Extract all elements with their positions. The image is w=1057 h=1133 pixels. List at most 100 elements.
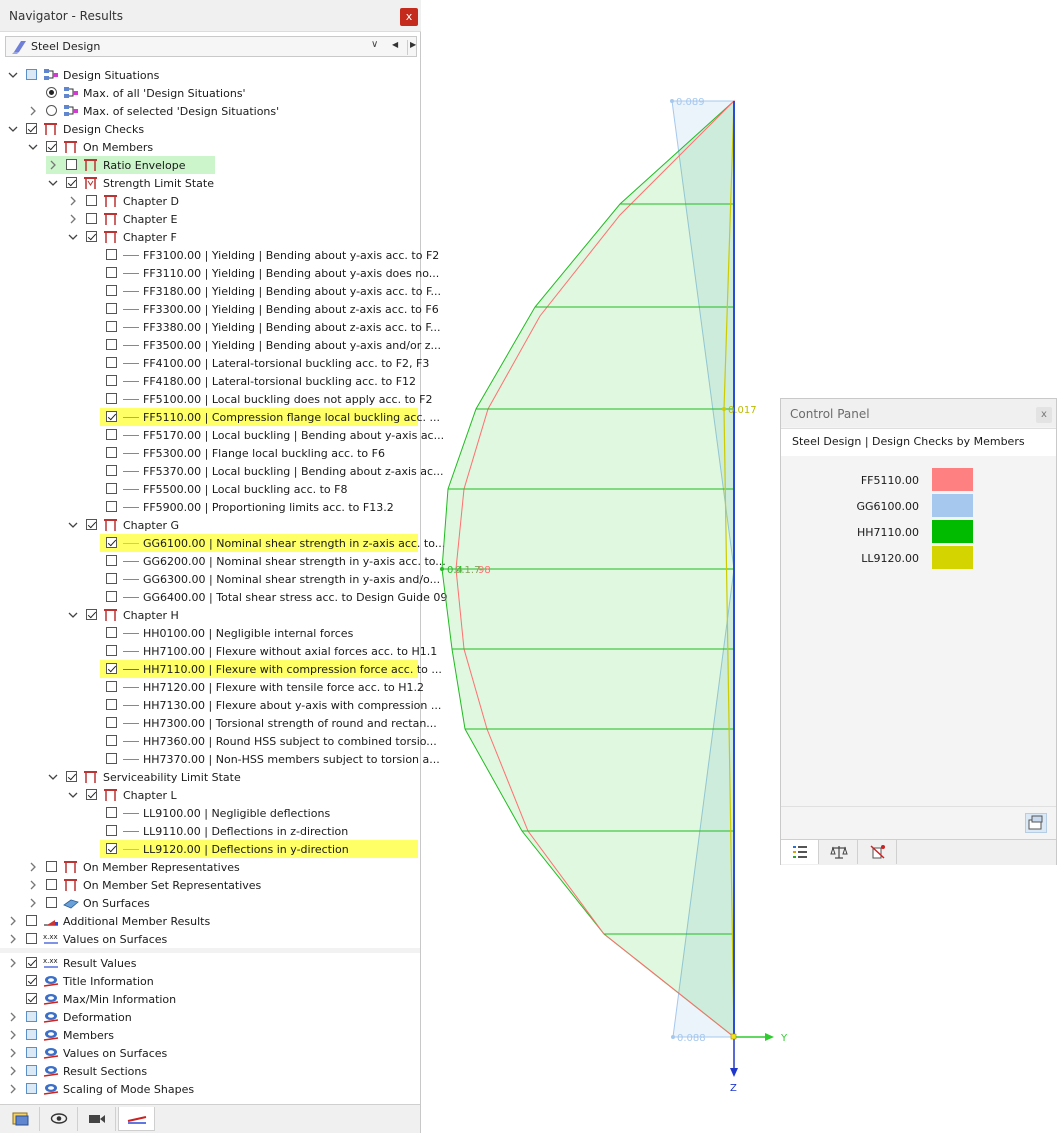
tree-checkbox[interactable] xyxy=(26,933,37,944)
tree-row[interactable]: Scaling of Mode Shapes xyxy=(0,1080,420,1098)
chevron-right-icon[interactable] xyxy=(68,196,78,206)
tree-row[interactable]: FF5170.00 | Local buckling | Bending abo… xyxy=(0,426,420,444)
tree-row[interactable]: Result Sections xyxy=(0,1062,420,1080)
tree-row[interactable]: Values on Surfaces xyxy=(0,1044,420,1062)
tree-checkbox[interactable] xyxy=(106,681,117,692)
data-tab[interactable] xyxy=(3,1107,40,1131)
tree-checkbox[interactable] xyxy=(86,195,97,206)
tree-row[interactable]: Additional Member Results xyxy=(0,912,420,930)
tree-checkbox[interactable] xyxy=(106,447,117,458)
tree-checkbox[interactable] xyxy=(46,141,57,152)
tree-row[interactable]: Design Checks xyxy=(0,120,420,138)
tree-row[interactable]: Serviceability Limit State xyxy=(0,768,420,786)
tree-checkbox[interactable] xyxy=(106,285,117,296)
tree-checkbox[interactable] xyxy=(86,213,97,224)
tree-row[interactable]: GG6200.00 | Nominal shear strength in y-… xyxy=(0,552,420,570)
tree-checkbox[interactable] xyxy=(106,321,117,332)
tree-row[interactable]: HH7360.00 | Round HSS subject to combine… xyxy=(0,732,420,750)
chevron-right-icon[interactable] xyxy=(8,1066,18,1076)
chevron-right-icon[interactable] xyxy=(28,862,38,872)
chevron-right-icon[interactable] xyxy=(8,1048,18,1058)
tree-checkbox[interactable] xyxy=(106,249,117,260)
tree-row[interactable]: FF5500.00 | Local buckling acc. to F8 xyxy=(0,480,420,498)
tree-row[interactable]: HH0100.00 | Negligible internal forces xyxy=(0,624,420,642)
tree-checkbox[interactable] xyxy=(106,537,117,548)
tree-checkbox[interactable] xyxy=(66,771,77,782)
tree-row[interactable]: Chapter L xyxy=(0,786,420,804)
views-tab[interactable] xyxy=(41,1107,78,1131)
chevron-down-icon[interactable] xyxy=(28,142,38,152)
tree-checkbox[interactable] xyxy=(86,609,97,620)
tree-row[interactable]: HH7120.00 | Flexure with tensile force a… xyxy=(0,678,420,696)
tree-checkbox[interactable] xyxy=(106,645,117,656)
tree-row[interactable]: FF5900.00 | Proportioning limits acc. to… xyxy=(0,498,420,516)
tree-row[interactable]: On Surfaces xyxy=(0,894,420,912)
tree-row[interactable]: Deformation xyxy=(0,1008,420,1026)
tree-checkbox[interactable] xyxy=(106,843,117,854)
chevron-right-icon[interactable] xyxy=(8,934,18,944)
chevron-down-icon[interactable] xyxy=(48,772,58,782)
tree-row[interactable]: FF3500.00 | Yielding | Bending about y-a… xyxy=(0,336,420,354)
chevron-down-icon[interactable] xyxy=(68,790,78,800)
tree-row[interactable]: GG6100.00 | Nominal shear strength in z-… xyxy=(0,534,420,552)
tree-checkbox[interactable] xyxy=(106,501,117,512)
tree-row[interactable]: Title Information xyxy=(0,972,420,990)
previous-arrow-icon[interactable]: ◀ xyxy=(392,40,398,49)
tree-row[interactable]: Members xyxy=(0,1026,420,1044)
tree-row[interactable]: FF5100.00 | Local buckling does not appl… xyxy=(0,390,420,408)
legend-tab[interactable] xyxy=(781,840,819,864)
tree-row[interactable]: FF3110.00 | Yielding | Bending about y-a… xyxy=(0,264,420,282)
chevron-right-icon[interactable] xyxy=(8,958,18,968)
tree-checkbox[interactable] xyxy=(46,879,57,890)
tree-row[interactable]: Chapter D xyxy=(0,192,420,210)
tree-row[interactable]: GG6400.00 | Total shear stress acc. to D… xyxy=(0,588,420,606)
tree-checkbox[interactable] xyxy=(106,735,117,746)
chevron-right-icon[interactable] xyxy=(48,160,58,170)
chevron-right-icon[interactable] xyxy=(8,1084,18,1094)
tree-row[interactable]: LL9110.00 | Deflections in z-direction xyxy=(0,822,420,840)
tree-checkbox[interactable] xyxy=(26,975,37,986)
tree-checkbox[interactable] xyxy=(106,393,117,404)
tree-row[interactable]: x.xxResult Values xyxy=(0,954,420,972)
tree-checkbox[interactable] xyxy=(106,357,117,368)
tree-checkbox[interactable] xyxy=(86,519,97,530)
tree-row[interactable]: Ratio Envelope xyxy=(0,156,420,174)
tree-row[interactable]: HH7130.00 | Flexure about y-axis with co… xyxy=(0,696,420,714)
tree-radio[interactable] xyxy=(46,87,57,98)
tree-checkbox[interactable] xyxy=(106,303,117,314)
tree-row[interactable]: HH7100.00 | Flexure without axial forces… xyxy=(0,642,420,660)
chevron-right-icon[interactable] xyxy=(8,916,18,926)
balance-tab[interactable] xyxy=(820,840,858,864)
chevron-right-icon[interactable] xyxy=(68,214,78,224)
tree-row[interactable]: On Member Representatives xyxy=(0,858,420,876)
tree-checkbox[interactable] xyxy=(26,1011,37,1022)
tree-checkbox[interactable] xyxy=(106,375,117,386)
legend-color-swatch[interactable] xyxy=(932,494,973,517)
results-tab[interactable] xyxy=(118,1107,155,1131)
tree-row[interactable]: FF3300.00 | Yielding | Bending about z-a… xyxy=(0,300,420,318)
tree-checkbox[interactable] xyxy=(106,663,117,674)
tree-row[interactable]: LL9100.00 | Negligible deflections xyxy=(0,804,420,822)
tree-checkbox[interactable] xyxy=(106,483,117,494)
tree-row[interactable]: Design Situations xyxy=(0,66,420,84)
chevron-down-icon[interactable] xyxy=(68,520,78,530)
tree-row[interactable]: Chapter G xyxy=(0,516,420,534)
tree-row[interactable]: Chapter E xyxy=(0,210,420,228)
tree-row[interactable]: FF3180.00 | Yielding | Bending about y-a… xyxy=(0,282,420,300)
video-tab[interactable] xyxy=(79,1107,116,1131)
tree-checkbox[interactable] xyxy=(26,1029,37,1040)
chevron-down-icon[interactable] xyxy=(8,70,18,80)
tree-checkbox[interactable] xyxy=(106,573,117,584)
settings-button[interactable] xyxy=(1025,813,1047,833)
tree-row[interactable]: GG6300.00 | Nominal shear strength in y-… xyxy=(0,570,420,588)
chevron-right-icon[interactable] xyxy=(28,880,38,890)
chevron-right-icon[interactable] xyxy=(28,898,38,908)
tree-row[interactable]: Max. of all 'Design Situations' xyxy=(0,84,420,102)
chevron-down-icon[interactable]: ∨ xyxy=(371,39,378,50)
control-panel-close-button[interactable]: x xyxy=(1036,407,1052,423)
filter-tab[interactable] xyxy=(859,840,897,864)
tree-checkbox[interactable] xyxy=(26,1083,37,1094)
results-type-combobox[interactable]: Steel Design ∨ ◀ ▶ xyxy=(5,36,417,57)
legend-color-swatch[interactable] xyxy=(932,468,973,491)
tree-row[interactable]: HH7370.00 | Non-HSS members subject to t… xyxy=(0,750,420,768)
